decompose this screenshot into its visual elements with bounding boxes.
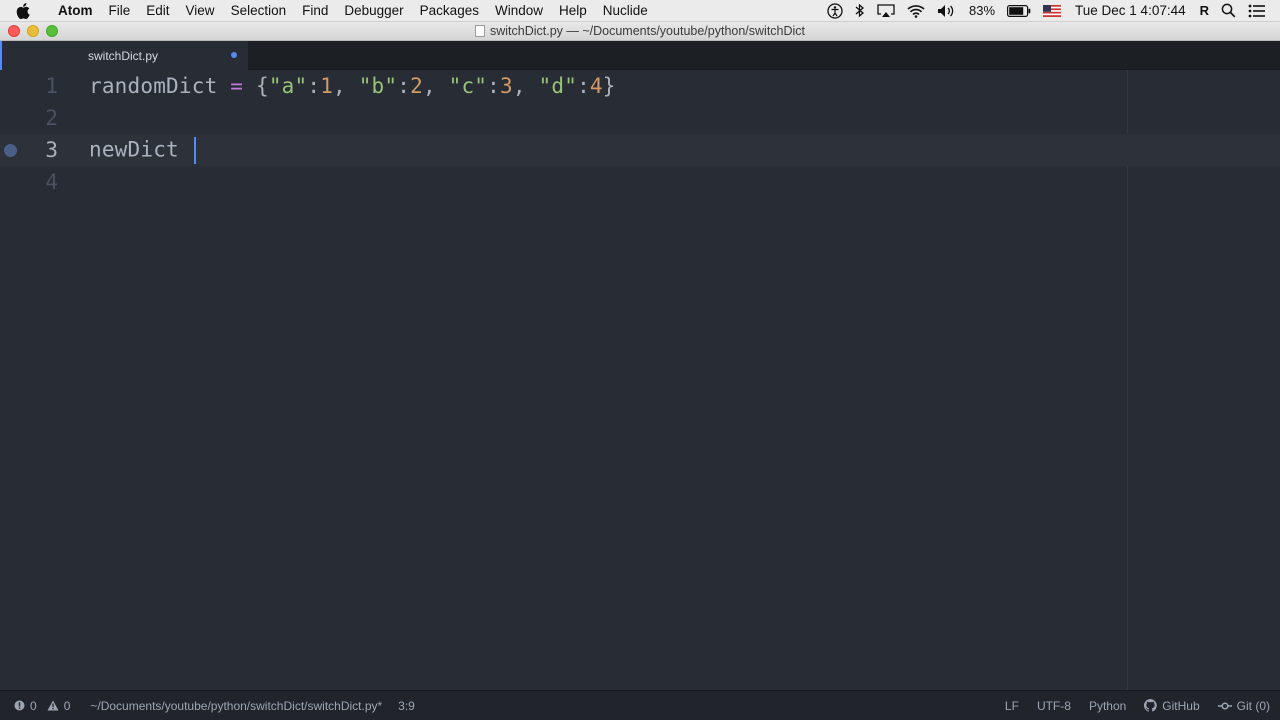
editor-line[interactable]: 1 randomDict = {"a":1, "b":2, "c":3, "d"… — [0, 70, 1280, 102]
window-title-text: switchDict.py — ~/Documents/youtube/pyth… — [489, 24, 806, 38]
comma: , — [333, 74, 346, 98]
battery-percent: 83% — [969, 3, 996, 18]
github-icon — [1144, 699, 1158, 712]
menu-edit[interactable]: Edit — [138, 3, 177, 18]
colon: : — [487, 74, 500, 98]
colon: : — [397, 74, 411, 98]
bluetooth-icon[interactable] — [849, 0, 871, 22]
number-value: 4 — [589, 74, 603, 98]
brace-close: } — [602, 74, 616, 98]
line-number[interactable]: 2 — [0, 106, 58, 130]
variable-name: randomDict — [89, 74, 218, 98]
menu-window[interactable]: Window — [487, 3, 551, 18]
git-commit-icon — [1217, 701, 1232, 710]
menu-bar: Atom File Edit View Selection Find Debug… — [0, 0, 1280, 22]
diagnostics-errors[interactable]: 0 — [14, 699, 37, 713]
comma: , — [512, 74, 526, 98]
string-key: "a" — [268, 74, 308, 98]
menu-file[interactable]: File — [101, 3, 139, 18]
colon: : — [577, 74, 590, 98]
brace-open: { — [255, 74, 269, 98]
number-value: 2 — [410, 74, 423, 98]
editor-line[interactable]: 4 — [0, 166, 1280, 198]
tab-bar: switchDict.py — [0, 41, 1280, 70]
menu-help[interactable]: Help — [551, 3, 595, 18]
number-value: 3 — [500, 74, 513, 98]
wifi-icon[interactable] — [901, 0, 931, 22]
menu-view[interactable]: View — [178, 3, 223, 18]
menu-find[interactable]: Find — [294, 3, 336, 18]
text-editor[interactable]: 1 randomDict = {"a":1, "b":2, "c":3, "d"… — [0, 70, 1280, 690]
airplay-icon[interactable] — [871, 0, 901, 22]
menu-debugger[interactable]: Debugger — [336, 3, 411, 18]
tab-label: switchDict.py — [88, 48, 159, 63]
menu-nuclide[interactable]: Nuclide — [595, 3, 656, 18]
menu-atom[interactable]: Atom — [50, 3, 101, 18]
status-bar: 0 0 ~/Documents/youtube/python/switchDic… — [0, 690, 1280, 720]
string-key: "d" — [538, 74, 578, 98]
git-label: Git (0) — [1236, 698, 1270, 713]
zoom-window-button[interactable] — [46, 25, 58, 37]
line-number[interactable]: 3 — [0, 138, 58, 162]
apple-menu-icon[interactable] — [16, 2, 38, 19]
modified-dot-icon[interactable] — [231, 52, 237, 58]
operator: = — [230, 74, 244, 98]
line-number[interactable]: 1 — [0, 74, 58, 98]
menu-selection[interactable]: Selection — [223, 3, 295, 18]
tab-switchdict[interactable]: switchDict.py — [0, 41, 248, 70]
editor-line-active[interactable]: 3 newDict — [0, 134, 1280, 166]
notification-center-icon[interactable] — [1242, 0, 1272, 22]
code-line-1[interactable]: randomDict = {"a":1, "b":2, "c":3, "d":4… — [89, 74, 616, 98]
text-cursor — [193, 136, 196, 164]
menu-packages[interactable]: Packages — [412, 3, 487, 18]
accessibility-icon[interactable] — [821, 0, 849, 22]
line-number[interactable]: 4 — [0, 170, 58, 194]
code-line-3[interactable]: newDict — [89, 136, 196, 164]
error-count: 0 — [30, 698, 37, 713]
number-value: 1 — [320, 74, 334, 98]
battery-icon[interactable] — [1001, 0, 1037, 22]
colon: : — [307, 74, 321, 98]
diagnostics-warnings[interactable]: 0 — [47, 698, 71, 713]
close-window-button[interactable] — [8, 25, 20, 37]
spotlight-search-icon[interactable] — [1215, 0, 1242, 22]
string-key: "b" — [358, 74, 398, 98]
window-controls — [8, 25, 58, 37]
user-initial[interactable]: R — [1194, 3, 1215, 18]
code-text: newDict — [89, 137, 192, 161]
git-panel-button[interactable]: Git (0) — [1217, 698, 1270, 713]
volume-icon[interactable] — [931, 0, 963, 22]
minimize-window-button[interactable] — [27, 25, 39, 37]
encoding-selector[interactable]: UTF-8 — [1037, 699, 1071, 713]
line-ending-selector[interactable]: LF — [1005, 699, 1019, 713]
editor-line[interactable]: 2 — [0, 102, 1280, 134]
comma: , — [422, 74, 436, 98]
grammar-selector[interactable]: Python — [1089, 699, 1126, 713]
cursor-position[interactable]: 3:9 — [398, 699, 415, 713]
error-icon — [14, 700, 25, 711]
warning-count: 0 — [63, 698, 71, 713]
github-label: GitHub — [1162, 698, 1200, 713]
menu-clock[interactable]: Tue Dec 1 4:07:44 — [1067, 3, 1194, 18]
window-titlebar: switchDict.py — ~/Documents/youtube/pyth… — [0, 22, 1280, 41]
window-title: switchDict.py — ~/Documents/youtube/pyth… — [474, 24, 806, 38]
file-path[interactable]: ~/Documents/youtube/python/switchDict/sw… — [90, 699, 382, 713]
string-key: "c" — [448, 74, 488, 98]
warning-icon — [47, 700, 59, 711]
github-panel-button[interactable]: GitHub — [1144, 698, 1200, 713]
us-flag-icon[interactable] — [1037, 0, 1067, 22]
document-icon — [474, 25, 485, 37]
